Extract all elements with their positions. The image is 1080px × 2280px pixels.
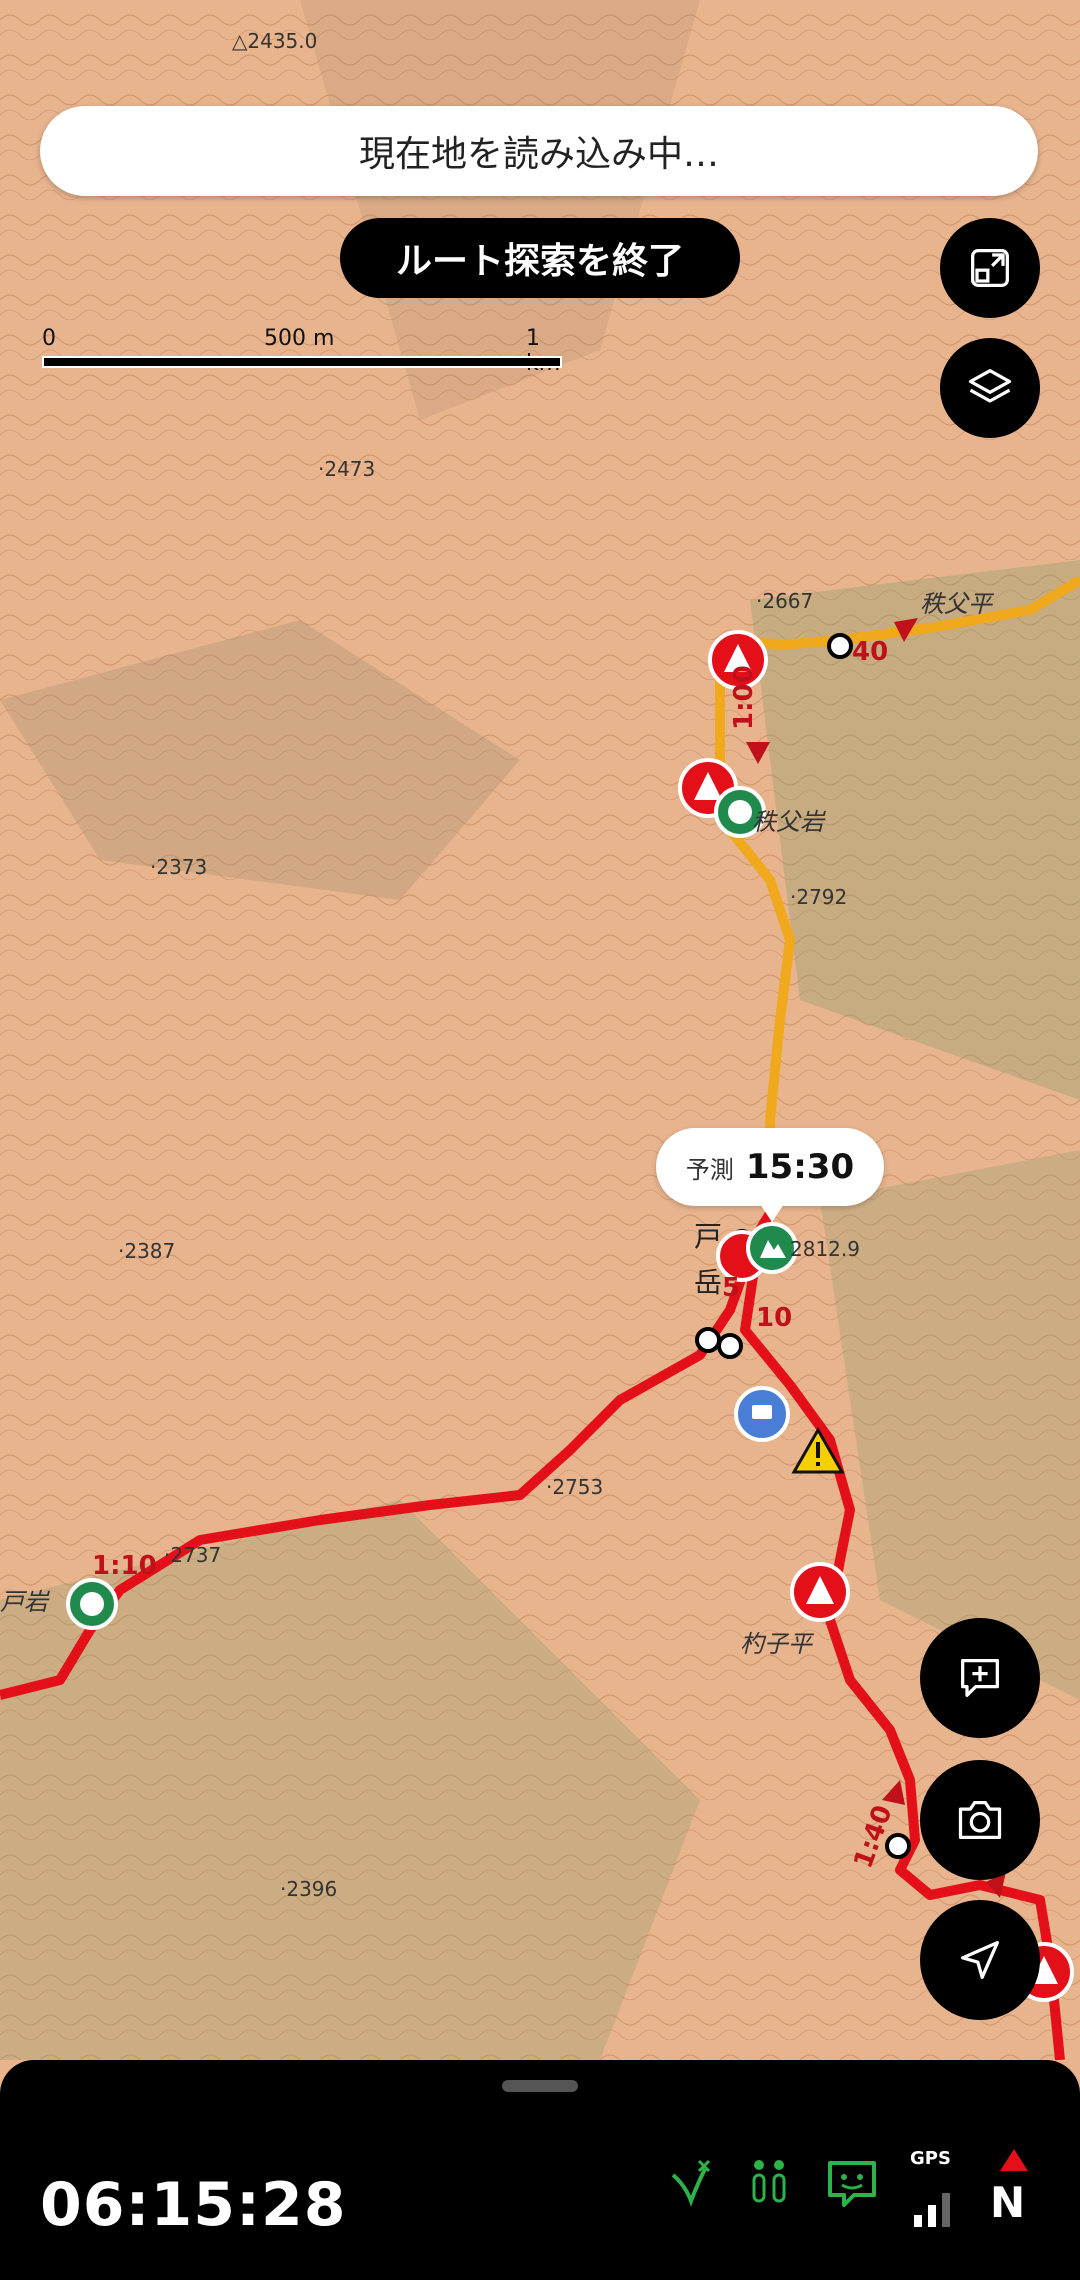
drag-handle[interactable]	[502, 2080, 578, 2092]
svg-text:△2435.0: △2435.0	[232, 29, 317, 53]
group-status[interactable]	[740, 2150, 800, 2220]
scale-zero: 0	[42, 326, 56, 351]
signal-icon	[914, 2193, 950, 2227]
svg-text:2812.9: 2812.9	[790, 1237, 860, 1261]
svg-text:秩父岩: 秩父岩	[752, 808, 826, 836]
svg-text:秩父平: 秩父平	[920, 590, 995, 618]
navigate-icon	[961, 1941, 999, 1979]
clock: 06:15:28	[40, 2170, 347, 2240]
comment-poi	[734, 1386, 790, 1442]
prediction-prefix: 予測	[685, 1155, 734, 1184]
camera-icon	[958, 1801, 1002, 1839]
svg-text:·2737: ·2737	[164, 1543, 221, 1567]
chat-face-icon	[828, 2161, 876, 2207]
svg-text:戸岩: 戸岩	[0, 1588, 50, 1616]
compass[interactable]	[984, 2140, 1044, 2180]
chat-status[interactable]	[822, 2150, 882, 2220]
gps-signal	[904, 2172, 964, 2242]
svg-text:杓子平: 杓子平	[740, 1630, 815, 1658]
camera-button[interactable]	[920, 1760, 1040, 1880]
svg-text:10: 10	[756, 1303, 792, 1333]
summit-poi	[746, 1222, 798, 1274]
location-status-text: 現在地を読み込み中…	[358, 134, 719, 175]
scale-line	[42, 356, 562, 368]
topo-map: △2435.0 ·2473 ·2667 ·2373 ·2792 ·2387 28…	[0, 0, 1080, 2060]
layers-icon	[968, 369, 1012, 403]
prediction-time: 15:30	[745, 1147, 855, 1187]
expand-button[interactable]	[940, 218, 1040, 318]
north-arrow-icon	[1000, 2149, 1028, 2171]
scale-end: 1 km	[526, 326, 560, 376]
end-route-search-button[interactable]: ルート探索を終了	[340, 218, 740, 298]
svg-text:戸: 戸	[694, 1220, 722, 1253]
location-status-bar: 現在地を読み込み中…	[40, 106, 1038, 196]
svg-text:岳: 岳	[694, 1266, 722, 1299]
route-icon	[671, 2159, 711, 2207]
walkers-icon	[752, 2160, 786, 2203]
expand-icon	[971, 249, 1009, 287]
svg-text:·2667: ·2667	[756, 589, 813, 613]
compass-north-label: N	[990, 2178, 1026, 2227]
svg-text:40: 40	[852, 637, 888, 667]
bottom-panel[interactable]: 06:15:28 GPS N	[0, 2060, 1080, 2280]
svg-text:·2373: ·2373	[150, 855, 207, 879]
arrival-prediction-callout: 予測 15:30	[656, 1128, 884, 1222]
map-view[interactable]: △2435.0 ·2473 ·2667 ·2373 ·2792 ·2387 28…	[0, 0, 1080, 2060]
svg-text:1:00: 1:00	[729, 665, 759, 730]
layers-button[interactable]	[940, 338, 1040, 438]
svg-text:·2753: ·2753	[546, 1475, 603, 1499]
svg-text:·2387: ·2387	[118, 1239, 175, 1263]
rock-poi	[66, 1578, 118, 1630]
warning-pin	[790, 1562, 850, 1622]
gps-label: GPS	[910, 2148, 951, 2169]
add-note-button[interactable]	[920, 1618, 1040, 1738]
scale-bar: 0 500 m 1 km	[42, 326, 562, 376]
svg-text:·2396: ·2396	[280, 1877, 337, 1901]
current-location-button[interactable]	[920, 1900, 1040, 2020]
svg-text:·2792: ·2792	[790, 885, 847, 909]
svg-text:·2473: ·2473	[318, 457, 375, 481]
route-status[interactable]	[660, 2150, 720, 2220]
add-note-icon	[961, 1659, 999, 1697]
svg-text:1:10: 1:10	[92, 1551, 157, 1581]
scale-mid: 500 m	[264, 326, 335, 351]
svg-text:5: 5	[722, 1273, 740, 1303]
end-route-label: ルート探索を終了	[395, 241, 684, 282]
